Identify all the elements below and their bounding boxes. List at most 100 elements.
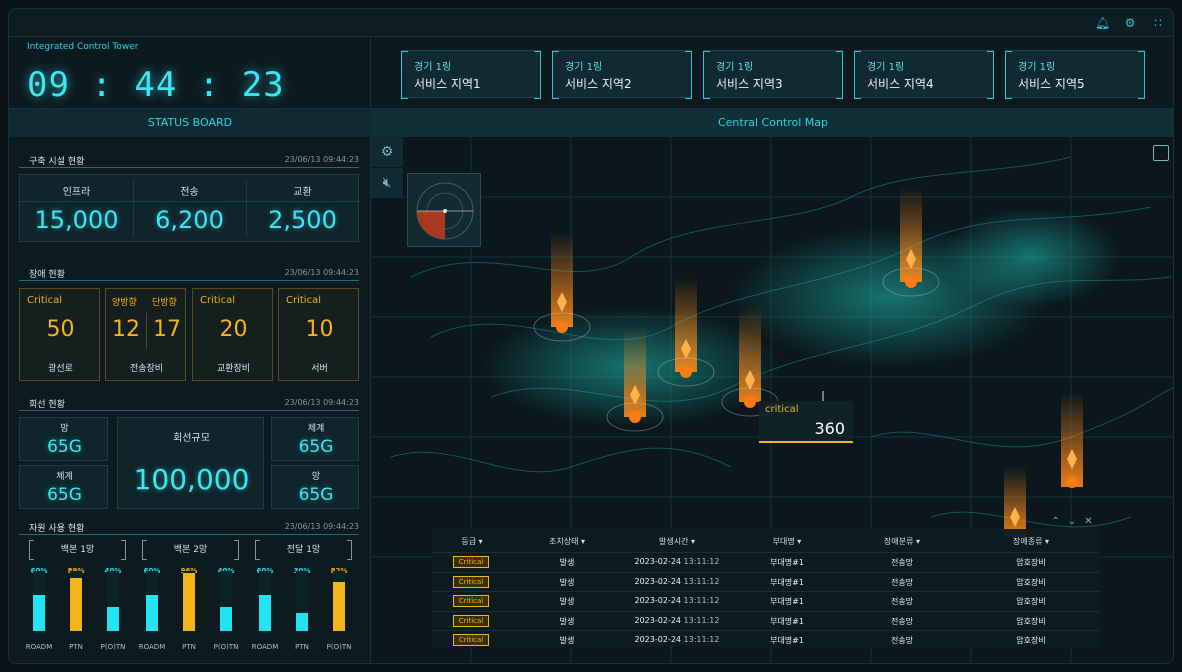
line-value: 65G — [47, 437, 82, 457]
resource-bar — [220, 571, 232, 631]
bell-icon[interactable]: 🔔︎ — [1095, 16, 1110, 30]
cell-class: 전송망 — [890, 577, 914, 587]
column-header-class[interactable]: 장애분류 ▾ — [842, 536, 962, 547]
facility-label-infra: 인프라 — [62, 187, 91, 198]
section-date: 23/06/13 — [284, 155, 321, 164]
bar-name-label: ROADM — [251, 643, 279, 651]
table-row[interactable]: Critical 발생 2023-02-24 13:11:12 부대명#1 전송망 암호장… — [432, 591, 1100, 610]
resource-bar-chart: 60%ROADM89%PTN40%P(O)TN60%ROADM96%PTN40%… — [19, 565, 359, 655]
table-row[interactable]: Critical 발생 2023-02-24 13:11:12 부대명#1 전송망 암호장… — [432, 610, 1100, 630]
resource-bar — [146, 571, 158, 631]
resource-bar-fill — [70, 577, 82, 631]
chevron-up-icon[interactable]: ⌃ — [1051, 514, 1059, 530]
line-label: 체계 — [307, 424, 325, 434]
cell-time: 13:11:12 — [683, 635, 720, 644]
resource-bar — [183, 571, 195, 631]
cell-date: 2023-02-24 — [634, 576, 682, 586]
top-bar: 🔔︎ ⚙ ∷ — [9, 9, 1173, 37]
cell-date: 2023-02-24 — [634, 615, 682, 625]
tab-ring-label: 경기 1링 — [867, 62, 905, 73]
cell-kind: 암호장비 — [1016, 636, 1046, 645]
map-mute-button[interactable]: 🔇︎ — [371, 168, 403, 198]
tab-service-area-3[interactable]: 경기 1링 서비스 지역3 — [703, 50, 843, 99]
fault-card-transmission[interactable]: 양방향 단방향 12 17 전송장비 — [105, 288, 186, 381]
column-header-state[interactable]: 조치상태 ▾ — [512, 536, 622, 547]
section-timestamp: 23/06/13 09:44:23 — [285, 522, 359, 531]
line-label: 망 — [311, 472, 321, 482]
resource-group-backbone-2: 백본 2망 — [142, 540, 239, 560]
line-scale-value: 100,000 — [133, 463, 250, 496]
map-header: Central Control Map — [371, 109, 1173, 137]
resource-bar — [296, 571, 308, 631]
grade-badge: Critical — [453, 556, 489, 568]
fault-card-fiber[interactable]: Critical 50 광선로 — [19, 288, 100, 381]
line-left-1: 망 65G — [19, 417, 108, 461]
gear-icon[interactable]: ⚙ — [1123, 16, 1137, 30]
tab-area-label: 서비스 지역2 — [565, 77, 632, 91]
tab-service-area-4[interactable]: 경기 1링 서비스 지역4 — [854, 50, 994, 99]
popup-label: critical — [765, 404, 799, 415]
tab-service-area-2[interactable]: 경기 1링 서비스 지역2 — [552, 50, 692, 99]
critical-popup[interactable]: critical 360 — [759, 401, 853, 443]
alert-marker[interactable] — [1061, 392, 1083, 488]
tab-ring-label: 경기 1링 — [716, 62, 754, 73]
tab-area-label: 서비스 지역1 — [414, 77, 481, 91]
table-row[interactable]: Critical 발생 2023-02-24 13:11:12 부대명#1 전송망 암호장… — [432, 630, 1100, 649]
central-control-map: ⚙ 🔇︎ critical 360 ⌃ ⌄ ✕ 등급 ▾ 조치상태 ▾ 발생시간… — [371, 137, 1173, 663]
bar-name-label: PTN — [69, 643, 83, 651]
fault-name: 전송장비 — [129, 364, 164, 374]
cell-class: 전송망 — [890, 636, 914, 645]
chevron-down-icon[interactable]: ⌄ — [1068, 514, 1076, 530]
facilities-panel: 인프라 전송 교환 15,000 6,200 2,500 — [19, 174, 360, 242]
lines-section-title: 회선 현황 23/06/13 09:44:23 — [19, 397, 359, 411]
map-settings-button[interactable]: ⚙ — [371, 137, 403, 167]
section-time: 09:44:23 — [323, 155, 359, 164]
status-board-header: STATUS BOARD — [9, 109, 371, 137]
column-header-time[interactable]: 발생시간 ▾ — [622, 536, 732, 547]
fault-card-server[interactable]: Critical 10 서버 — [278, 288, 359, 381]
resource-bar-fill — [33, 595, 45, 631]
grade-badge: Critical — [453, 575, 489, 588]
column-header-unit[interactable]: 부대명 ▾ — [732, 536, 842, 547]
close-icon[interactable]: ✕ — [1084, 514, 1092, 530]
resource-bar-fill — [220, 607, 232, 631]
fault-count: 10 — [305, 317, 334, 342]
resource-group-backbone-1: 백본 1망 — [29, 540, 126, 560]
tab-service-area-5[interactable]: 경기 1링 서비스 지역5 — [1005, 50, 1145, 99]
facility-value-infra: 15,000 — [34, 206, 119, 234]
cell-state: 발생 — [559, 577, 575, 587]
column-header-kind[interactable]: 장애종류 ▾ — [962, 536, 1100, 547]
fault-name: 광선로 — [48, 364, 73, 374]
cell-state: 발생 — [559, 636, 575, 645]
resource-bar-fill — [259, 595, 271, 631]
alert-marker[interactable] — [1004, 467, 1026, 537]
cell-time: 13:11:12 — [683, 557, 720, 566]
section-time: 09:44:23 — [323, 268, 359, 277]
line-right-2: 망 65G — [271, 465, 359, 509]
grade-badge: Critical — [453, 595, 489, 607]
fault-unidirectional-label: 단방향 — [152, 298, 177, 308]
table-row[interactable]: Critical 발생 2023-02-24 13:11:12 부대명#1 전송망 암호장… — [432, 552, 1100, 571]
cell-date: 2023-02-24 — [634, 557, 682, 566]
bar-name-label: PTN — [295, 643, 309, 651]
column-header-grade[interactable]: 등급 ▾ — [432, 536, 512, 547]
fault-card-exchange[interactable]: Critical 20 교환장비 — [192, 288, 273, 381]
service-area-tabs: 경기 1링 서비스 지역1 경기 1링 서비스 지역2 경기 1링 서비스 지역3 경… — [371, 37, 1173, 109]
section-timestamp: 23/06/13 09:44:23 — [285, 398, 359, 407]
cell-unit: 부대명#1 — [770, 636, 804, 645]
clock-panel: Integrated Control Tower 09 : 44 : 23 — [9, 37, 371, 109]
grid-menu-icon[interactable]: ∷ — [1151, 16, 1165, 30]
table-row[interactable]: Critical 발생 2023-02-24 13:11:12 부대명#1 전송망 암호장… — [432, 571, 1100, 591]
map-list-icon[interactable] — [1153, 145, 1169, 161]
resource-bar — [70, 571, 82, 631]
facilities-section-title: 구축 시설 현황 23/06/13 09:44:23 — [19, 154, 359, 168]
resource-bar — [333, 571, 345, 631]
grade-badge: Critical — [453, 634, 489, 646]
fault-bidirectional-count: 12 — [112, 317, 140, 342]
resource-bar-fill — [296, 613, 308, 631]
section-date: 23/06/13 — [284, 268, 321, 277]
tab-service-area-1[interactable]: 경기 1링 서비스 지역1 — [401, 50, 541, 99]
section-time: 09:44:23 — [323, 522, 359, 531]
resource-bar-fill — [107, 607, 119, 631]
line-value: 65G — [298, 437, 334, 457]
